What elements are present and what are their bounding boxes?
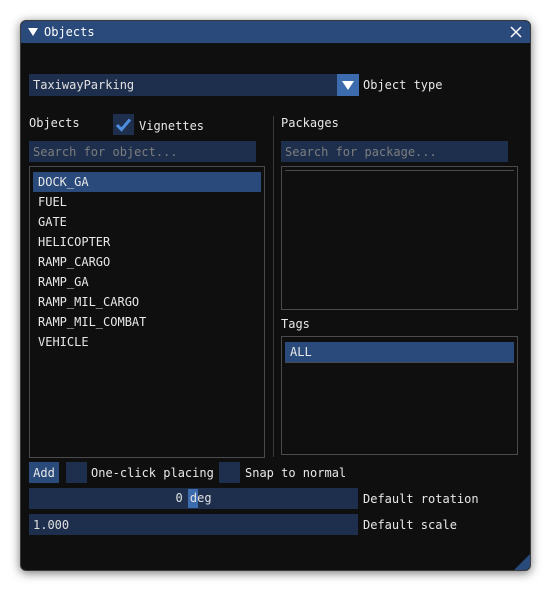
vignettes-checkbox[interactable]: [113, 114, 134, 135]
object-type-dropdown-button[interactable]: [337, 74, 359, 96]
tags-list[interactable]: ALL: [281, 336, 518, 455]
object-type-combo[interactable]: TaxiwayParking: [29, 74, 359, 96]
snap-to-normal-label: Snap to normal: [245, 466, 347, 480]
chevron-down-icon: [342, 80, 354, 90]
window-title: Objects: [44, 25, 95, 39]
list-separator: [285, 170, 514, 171]
close-icon[interactable]: [508, 24, 524, 40]
add-button-label: Add: [33, 465, 55, 480]
objects-header: Objects: [29, 116, 80, 130]
list-item[interactable]: RAMP_MIL_CARGO: [33, 292, 261, 312]
object-search-input[interactable]: Search for object...: [29, 141, 256, 162]
list-item[interactable]: GATE: [33, 212, 261, 232]
packages-header: Packages: [281, 116, 339, 130]
one-click-placing-checkbox[interactable]: [66, 462, 87, 483]
resize-grip-icon[interactable]: [514, 554, 530, 570]
objects-window: Objects TaxiwayParking Object type Objec…: [20, 20, 531, 571]
column-divider: [273, 116, 274, 457]
default-scale-label: Default scale: [363, 518, 457, 532]
list-item[interactable]: HELICOPTER: [33, 232, 261, 252]
list-item[interactable]: RAMP_CARGO: [33, 252, 261, 272]
collapse-arrow-icon[interactable]: [28, 28, 38, 36]
list-separator: [285, 362, 514, 363]
list-item[interactable]: RAMP_GA: [33, 272, 261, 292]
list-item[interactable]: RAMP_MIL_COMBAT: [33, 312, 261, 332]
objects-list[interactable]: DOCK_GA FUEL GATE HELICOPTER RAMP_CARGO …: [29, 166, 265, 458]
object-type-label: Object type: [363, 78, 443, 92]
vignettes-label: Vignettes: [139, 119, 205, 133]
default-scale-input[interactable]: 1.000: [29, 514, 358, 535]
scale-value: 1.000: [33, 517, 70, 532]
packages-list[interactable]: [281, 166, 518, 310]
checkmark-icon: [115, 118, 132, 132]
package-search-input[interactable]: Search for package...: [281, 141, 508, 162]
object-type-value: TaxiwayParking: [33, 78, 135, 92]
one-click-placing-label: One-click placing: [91, 466, 214, 480]
list-item[interactable]: VEHICLE: [33, 332, 261, 352]
add-button[interactable]: Add: [29, 462, 59, 483]
list-item[interactable]: FUEL: [33, 192, 261, 212]
list-item[interactable]: DOCK_GA: [33, 172, 261, 192]
window-titlebar[interactable]: Objects: [21, 21, 530, 43]
tag-item[interactable]: ALL: [285, 342, 514, 362]
default-rotation-slider[interactable]: 0 deg: [29, 488, 358, 509]
snap-to-normal-checkbox[interactable]: [219, 462, 240, 483]
tags-header: Tags: [281, 317, 310, 331]
package-search-placeholder: Search for package...: [285, 144, 437, 159]
default-rotation-label: Default rotation: [363, 492, 479, 506]
rotation-value: 0 deg: [175, 491, 212, 505]
object-search-placeholder: Search for object...: [33, 144, 178, 159]
